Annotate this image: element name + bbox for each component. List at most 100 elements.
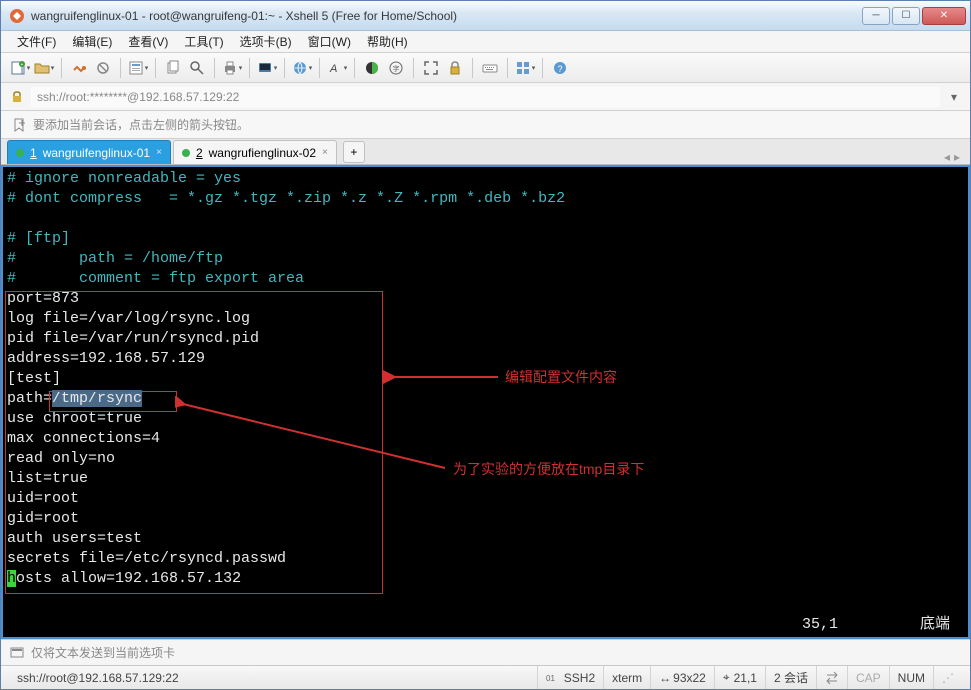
menu-tab[interactable]: 选项卡(B) [234, 31, 298, 52]
help-icon[interactable]: ? [549, 57, 571, 79]
svg-text:字: 字 [393, 64, 400, 73]
menu-edit[interactable]: 编辑(E) [66, 31, 118, 52]
copy-icon[interactable] [162, 57, 184, 79]
terminal-comment-line [7, 209, 964, 229]
address-dropdown[interactable]: ▾ [946, 90, 962, 104]
layout-icon[interactable]: ▾ [514, 57, 536, 79]
minimize-button[interactable]: ─ [862, 7, 890, 25]
tab-scroll-arrows: ◂ ▸ [944, 150, 964, 164]
sessions-icon[interactable]: ▾ [256, 57, 278, 79]
tab-close-icon[interactable]: × [322, 147, 328, 158]
status-size: ↔ 93x22 [651, 666, 715, 689]
terminal-config-line: gid=root [7, 509, 964, 529]
terminal[interactable]: # ignore nonreadable = yes# dont compres… [1, 165, 970, 639]
terminal-config-line: use chroot=true [7, 409, 964, 429]
toolbar-main: +▾ ▾ ▾ ▾ ▾ ▾ A▾ 字 ▾ ? [1, 53, 970, 83]
tab-close-icon[interactable]: × [156, 147, 162, 158]
terminal-comment-line: # [ftp] [7, 229, 964, 249]
titlebar: wangruifenglinux-01 - root@wangruifeng-0… [1, 1, 970, 31]
keyboard-icon[interactable] [479, 57, 501, 79]
app-window: wangruifenglinux-01 - root@wangruifeng-0… [0, 0, 971, 690]
terminal-config-line: uid=root [7, 489, 964, 509]
terminal-config-line: auth users=test [7, 529, 964, 549]
menu-help[interactable]: 帮助(H) [361, 31, 414, 52]
status-dot-icon [182, 149, 190, 157]
tab-session-2[interactable]: 2 wangrufienglinux-02 × [173, 140, 337, 164]
font-icon[interactable]: A▾ [326, 57, 348, 79]
terminal-config-line: port=873 [7, 289, 964, 309]
close-button[interactable]: ✕ [922, 7, 966, 25]
tab-index: 1 [30, 146, 37, 160]
terminal-config-line: path=/tmp/rsync [7, 389, 964, 409]
terminal-config-line: pid file=/var/run/rsyncd.pid [7, 329, 964, 349]
bookmark-icon[interactable] [11, 117, 27, 133]
encoding-icon[interactable]: 字 [385, 57, 407, 79]
status-dot-icon [16, 149, 24, 157]
terminal-config-line: [test] [7, 369, 964, 389]
menubar: 文件(F) 编辑(E) 查看(V) 工具(T) 选项卡(B) 窗口(W) 帮助(… [1, 31, 970, 53]
print-icon[interactable]: ▾ [221, 57, 243, 79]
status-sessions: 2 会话 [766, 666, 817, 689]
svg-text:+: + [20, 62, 23, 68]
status-termtype: xterm [604, 666, 651, 689]
hint-bar: 要添加当前会话，点击左侧的箭头按钮。 [1, 111, 970, 139]
address-bar: ssh://root:********@192.168.57.129:22 ▾ [1, 83, 970, 111]
terminal-cursor-pos: 35,1 [802, 615, 838, 635]
terminal-comment-line: # ignore nonreadable = yes [7, 169, 964, 189]
color-scheme-icon[interactable] [361, 57, 383, 79]
properties-icon[interactable]: ▾ [127, 57, 149, 79]
terminal-config-line: max connections=4 [7, 429, 964, 449]
terminal-config-line: hosts allow=192.168.57.132 [7, 569, 964, 589]
tab-session-1[interactable]: 1 wangruifenglinux-01 × [7, 140, 171, 164]
menu-file[interactable]: 文件(F) [11, 31, 62, 52]
address-input[interactable]: ssh://root:********@192.168.57.129:22 [31, 87, 940, 107]
window-title: wangruifenglinux-01 - root@wangruifeng-0… [31, 9, 862, 23]
status-num: NUM [890, 666, 934, 689]
svg-text:?: ? [557, 64, 562, 74]
globe-icon[interactable]: ▾ [291, 57, 313, 79]
disconnect-icon[interactable] [92, 57, 114, 79]
hint-text: 要添加当前会话，点击左侧的箭头按钮。 [33, 116, 249, 133]
tab-scroll-right-icon[interactable]: ▸ [954, 150, 960, 164]
menu-view[interactable]: 查看(V) [122, 31, 174, 52]
new-session-icon[interactable]: +▾ [9, 57, 31, 79]
menu-window[interactable]: 窗口(W) [302, 31, 357, 52]
terminal-mode: 底端 [920, 615, 950, 635]
terminal-config-line: address=192.168.57.129 [7, 349, 964, 369]
open-icon[interactable]: ▾ [33, 57, 55, 79]
fullscreen-icon[interactable] [420, 57, 442, 79]
terminal-config-line: secrets file=/etc/rsyncd.passwd [7, 549, 964, 569]
tab-label: wangrufienglinux-02 [209, 146, 316, 160]
find-icon[interactable] [186, 57, 208, 79]
window-controls: ─ ☐ ✕ [862, 7, 966, 25]
tab-index: 2 [196, 146, 203, 160]
svg-text:01: 01 [546, 674, 555, 683]
lock-small-icon [9, 89, 25, 105]
annotation-text-2: 为了实验的方便放在tmp目录下 [453, 459, 644, 479]
tab-add-button[interactable]: + [343, 141, 365, 163]
terminal-comment-line: # dont compress = *.gz *.tgz *.zip *.z *… [7, 189, 964, 209]
reconnect-icon[interactable] [68, 57, 90, 79]
status-resize-grip[interactable]: ⋰ [934, 666, 962, 689]
tab-scroll-left-icon[interactable]: ◂ [944, 150, 950, 164]
annotation-text-1: 编辑配置文件内容 [505, 367, 617, 387]
svg-text:A: A [329, 63, 337, 75]
send-target-icon[interactable] [9, 645, 25, 661]
status-ssh: 01 SSH2 [538, 666, 604, 689]
tab-label: wangruifenglinux-01 [43, 146, 150, 160]
binary-icon: 01 [546, 671, 560, 685]
maximize-button[interactable]: ☐ [892, 7, 920, 25]
lock-icon[interactable] [444, 57, 466, 79]
status-caps: CAP [848, 666, 890, 689]
terminal-comment-line: # comment = ftp export area [7, 269, 964, 289]
terminal-config-line: log file=/var/log/rsync.log [7, 309, 964, 329]
tab-bar: 1 wangruifenglinux-01 × 2 wangrufienglin… [1, 139, 970, 165]
status-connection: ssh://root@192.168.57.129:22 [9, 666, 538, 689]
send-bar-text: 仅将文本发送到当前选项卡 [31, 644, 175, 661]
arrows-icon [825, 671, 839, 685]
status-send-icon [817, 666, 848, 689]
menu-tools[interactable]: 工具(T) [178, 31, 229, 52]
status-bar: ssh://root@192.168.57.129:22 01 SSH2 xte… [1, 665, 970, 689]
terminal-comment-line: # path = /home/ftp [7, 249, 964, 269]
status-caret: ⌖21,1 [715, 666, 766, 689]
